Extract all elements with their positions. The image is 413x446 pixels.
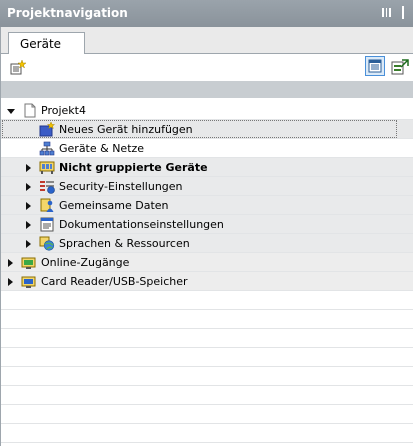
toolbar: [0, 54, 413, 81]
expand-arrow-icon[interactable]: [26, 202, 31, 210]
tree-node-project[interactable]: Projekt4: [0, 101, 413, 120]
expand-arrow-icon[interactable]: [8, 259, 13, 267]
tab-label: Geräte: [20, 37, 62, 51]
collapse-icon[interactable]: [397, 6, 410, 19]
empty-row: [0, 367, 413, 386]
expand-arrow-icon[interactable]: [26, 221, 31, 229]
tree-node-online-access[interactable]: Online-Zugänge: [0, 253, 413, 272]
tree-item-languages[interactable]: Sprachen & Ressourcen: [0, 234, 413, 253]
tree-item-documentation[interactable]: Dokumentationseinstellungen: [0, 215, 413, 234]
expand-arrow-icon[interactable]: [26, 183, 31, 191]
panel-left-border: [0, 27, 1, 446]
tab-strip: Geräte: [0, 27, 413, 55]
empty-row: [0, 291, 413, 310]
empty-row: [0, 310, 413, 329]
tree-label: Neues Gerät hinzufügen: [59, 123, 193, 136]
network-icon: [39, 141, 55, 156]
project-tree: Projekt4 Neues Gerät hinzufügen Geräte &…: [0, 98, 413, 446]
expand-arrow-icon[interactable]: [26, 240, 31, 248]
add-device-icon: [39, 121, 56, 137]
empty-row: [0, 386, 413, 405]
common-data-icon: [39, 198, 55, 213]
tab-geraete[interactable]: Geräte: [8, 32, 85, 55]
panel-title: Projektnavigation: [7, 6, 128, 20]
dock-icon[interactable]: [380, 6, 393, 19]
details-view-icon: [368, 59, 382, 73]
project-navigation-panel: Projektnavigation Geräte Projekt4 Neues …: [0, 0, 413, 446]
tree-label: Security-Einstellungen: [59, 180, 183, 193]
tree-label: Card Reader/USB-Speicher: [41, 275, 188, 288]
tree-header: [0, 81, 413, 98]
empty-row: [0, 329, 413, 348]
tree-label: Geräte & Netze: [59, 142, 145, 155]
tree-label: Online-Zugänge: [41, 256, 130, 269]
collapse-arrow-icon[interactable]: [7, 109, 15, 114]
card-reader-icon: [21, 274, 37, 289]
tree-label: Sprachen & Ressourcen: [59, 237, 190, 250]
tree-item-ungrouped-devices[interactable]: Nicht gruppierte Geräte: [0, 158, 413, 177]
tree-label: Nicht gruppierte Geräte: [59, 161, 208, 174]
export-icon[interactable]: [391, 58, 409, 76]
tree-item-devices-networks[interactable]: Geräte & Netze: [0, 139, 413, 158]
online-access-icon: [21, 255, 37, 270]
empty-row: [0, 424, 413, 443]
languages-icon: [39, 236, 55, 251]
tree-item-security[interactable]: Security-Einstellungen: [0, 177, 413, 196]
tree-item-common-data[interactable]: Gemeinsame Daten: [0, 196, 413, 215]
details-view-button[interactable]: [365, 56, 385, 76]
tree-label: Gemeinsame Daten: [59, 199, 169, 212]
empty-row: [0, 348, 413, 367]
tree-node-card-reader[interactable]: Card Reader/USB-Speicher: [0, 272, 413, 291]
documentation-icon: [39, 217, 55, 232]
tree-label: Projekt4: [41, 104, 86, 117]
tree-item-add-device[interactable]: Neues Gerät hinzufügen: [0, 120, 413, 139]
project-icon: [22, 103, 38, 118]
add-device-icon[interactable]: [10, 59, 27, 76]
expand-arrow-icon[interactable]: [8, 278, 13, 286]
tree-label: Dokumentationseinstellungen: [59, 218, 224, 231]
ungrouped-devices-icon: [39, 160, 55, 175]
empty-row: [0, 405, 413, 424]
panel-titlebar: Projektnavigation: [0, 0, 413, 27]
expand-arrow-icon[interactable]: [26, 164, 31, 172]
security-icon: [39, 179, 55, 194]
